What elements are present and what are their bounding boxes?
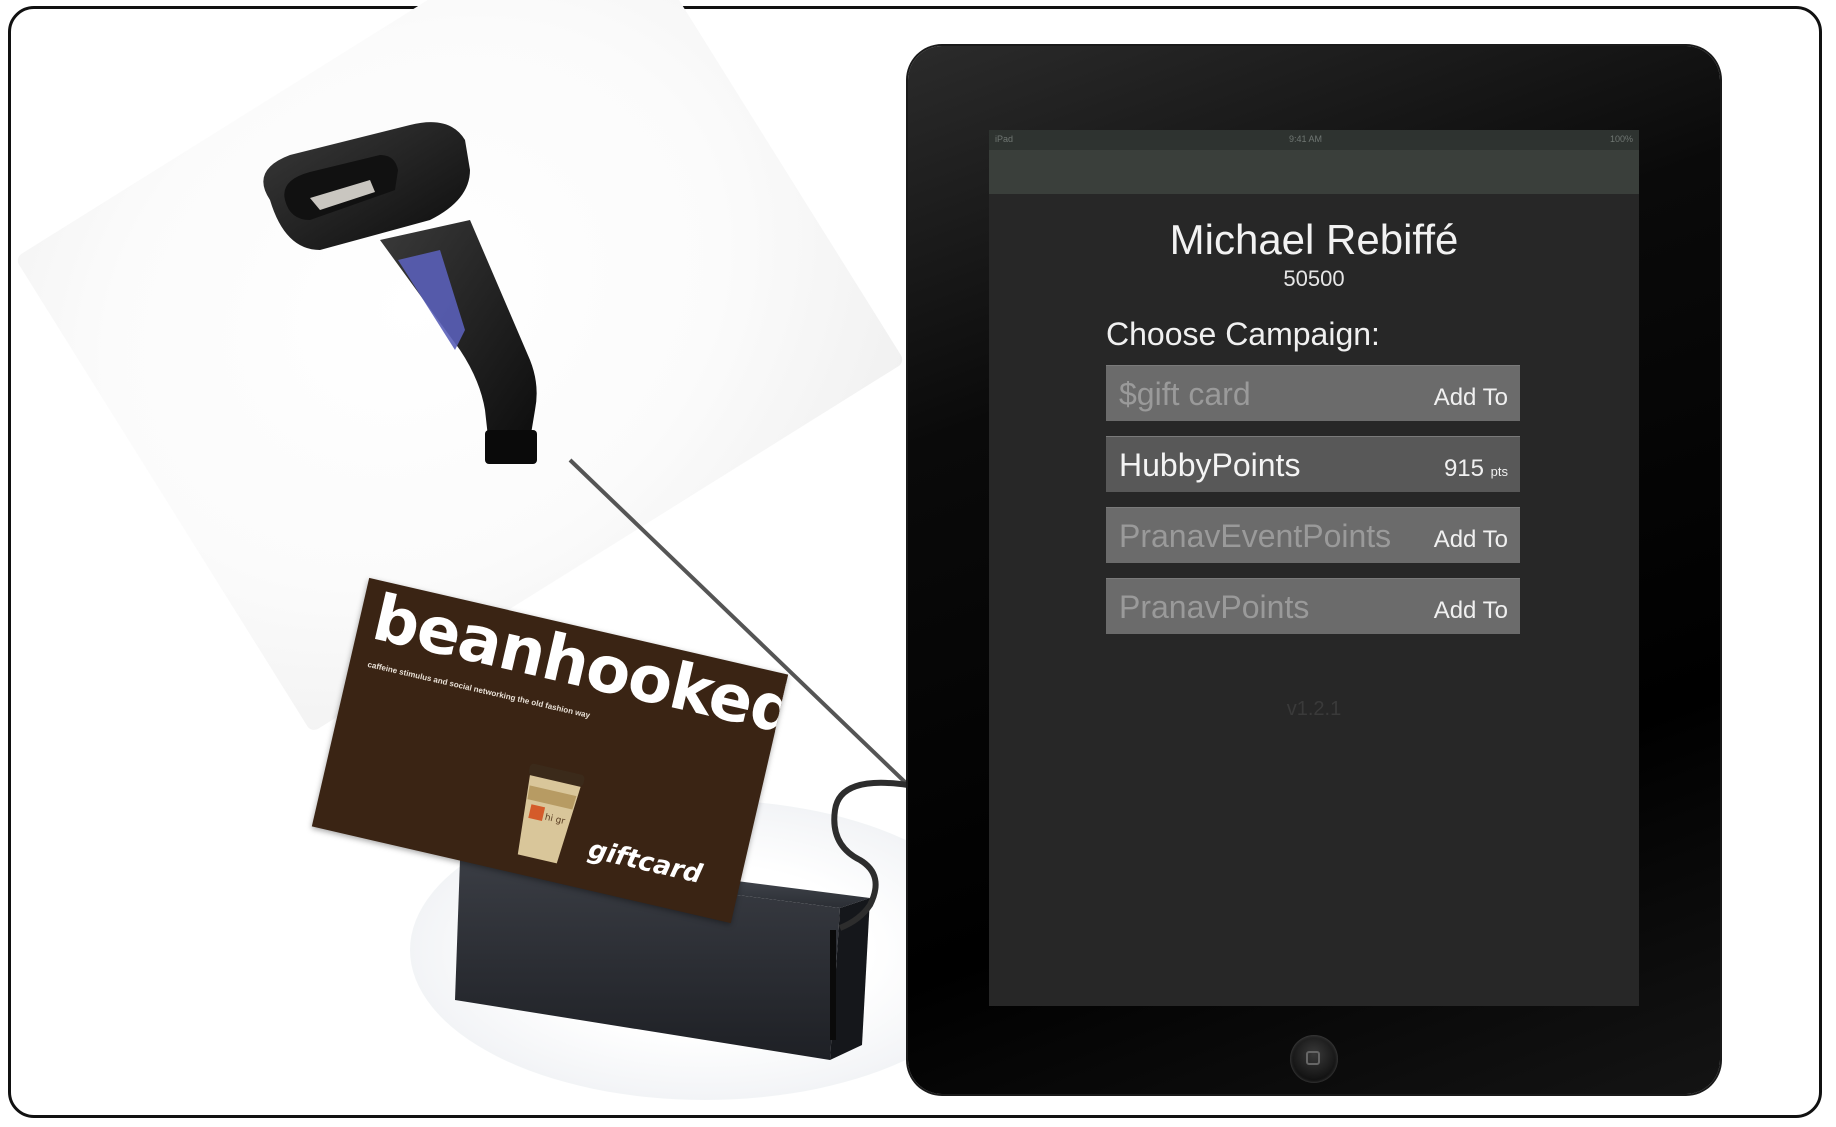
campaign-name: $gift card [1119,376,1251,412]
customer-name: Michael Rebiffé [1169,216,1459,263]
points-unit: pts [1490,464,1508,479]
coffee-cup-icon: hi gr [517,763,585,864]
campaign-row-gift-card[interactable]: $gift card Add To [1106,365,1520,421]
campaign-name: PranavEventPoints [1119,518,1392,554]
status-bar: iPad 9:41 AM 100% [989,130,1639,150]
campaign-row-hubbypoints[interactable]: HubbyPoints 915 pts [1106,436,1520,492]
campaign-list: $gift card Add To HubbyPoints 915 pts Pr… [1106,365,1520,649]
nav-bar [989,150,1639,194]
status-time: 9:41 AM [1289,134,1323,144]
barcode-scanner-icon [263,122,537,464]
status-battery: 100% [1609,134,1633,144]
card-label: giftcard [585,834,705,890]
points-balance: 915 pts [1443,455,1508,482]
campaign-name: PranavPoints [1119,589,1310,625]
campaign-row-pranav-event-points[interactable]: PranavEventPoints Add To [1106,507,1520,563]
campaign-heading: Choose Campaign: [1106,316,1380,352]
home-button[interactable] [1290,1035,1338,1083]
home-square-icon [1306,1051,1320,1065]
campaign-name: HubbyPoints [1119,447,1301,483]
status-carrier: iPad [995,134,1014,144]
customer-id: 50500 [1283,266,1345,291]
app-version: v1.2.1 [1286,698,1342,720]
add-to-button[interactable]: Add To [1434,526,1508,554]
ipad-screen: iPad 9:41 AM 100% Michael Rebiffé 50500 … [989,130,1639,1006]
add-to-button[interactable]: Add To [1434,384,1508,412]
add-to-button[interactable]: Add To [1434,597,1508,625]
campaign-row-pranav-points[interactable]: PranavPoints Add To [1106,578,1520,634]
